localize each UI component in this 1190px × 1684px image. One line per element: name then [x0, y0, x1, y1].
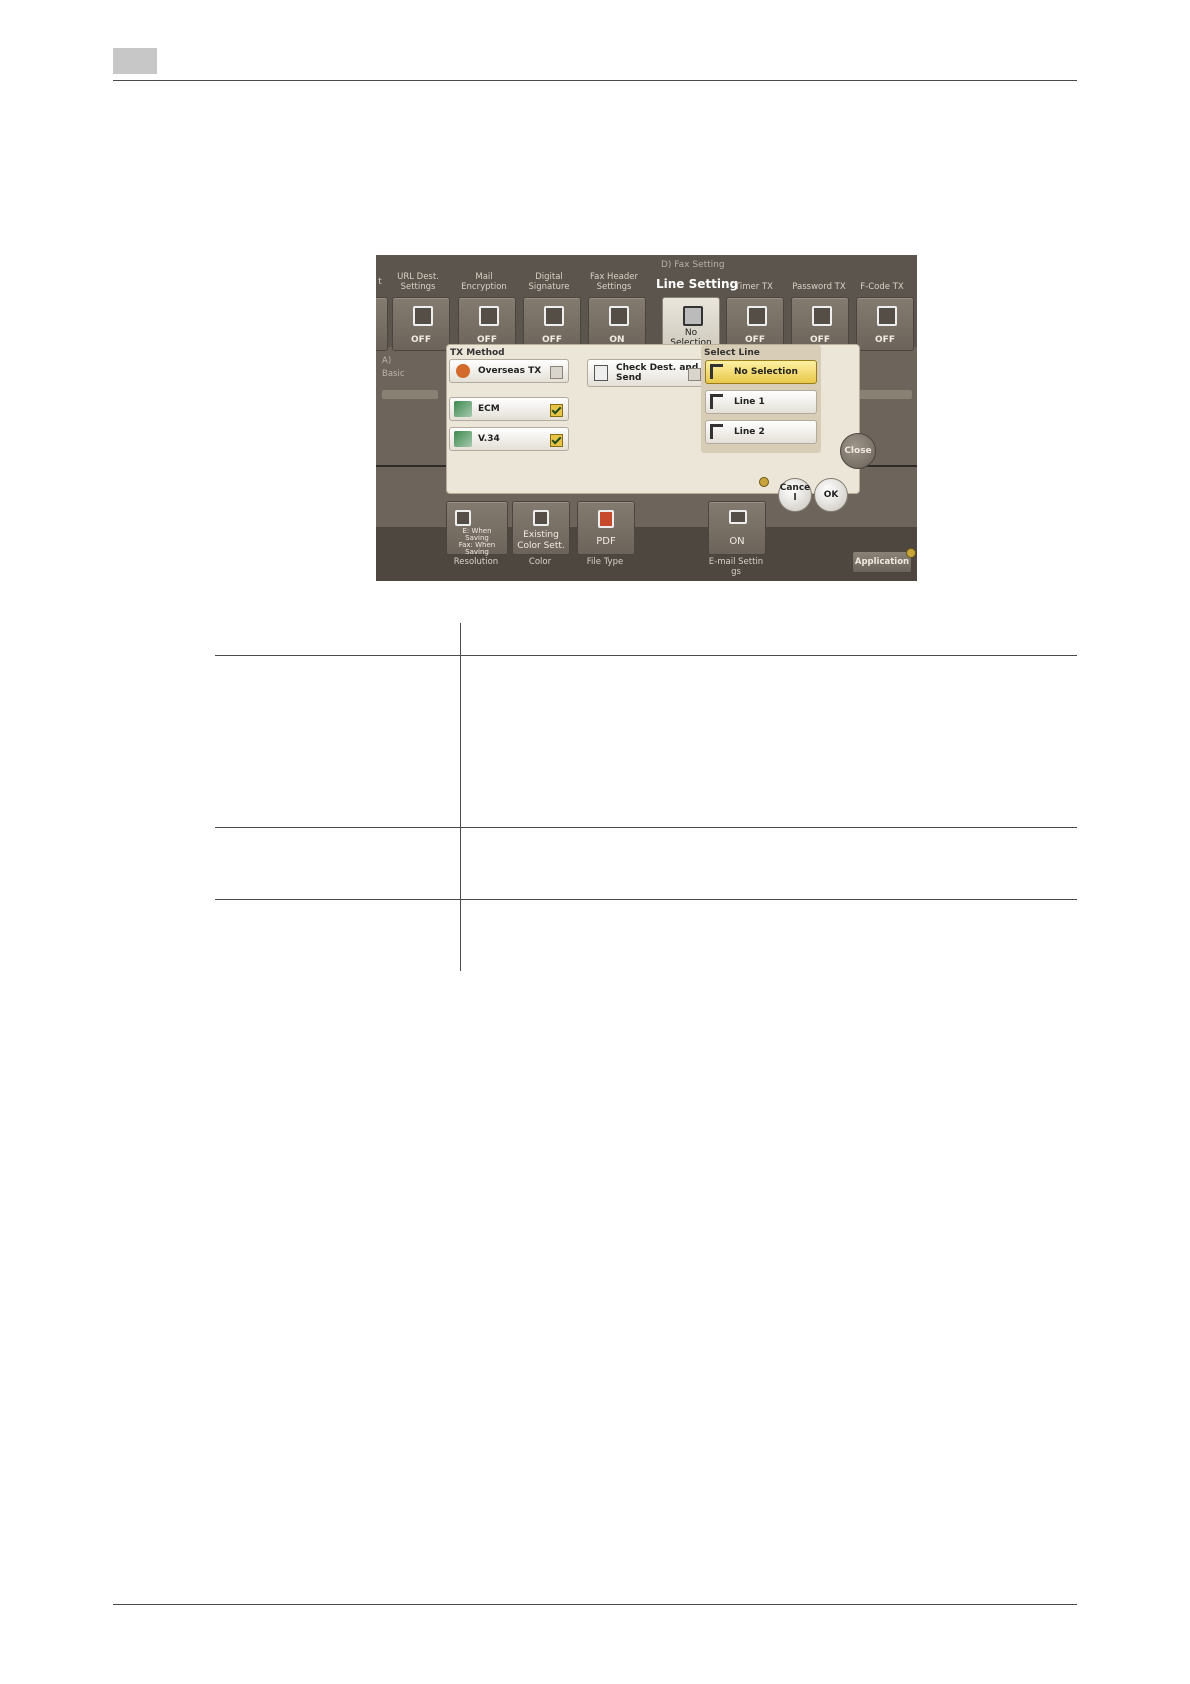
basic-tab-label[interactable]: A) Basic: [382, 355, 405, 381]
check-dest-send-checkbox[interactable]: [688, 368, 701, 381]
fcode-tx-header: F-Code TX: [860, 282, 904, 292]
mail-encryption-button[interactable]: OFF: [458, 297, 516, 351]
envelope-icon: [729, 510, 747, 524]
line-no-selection-label: No Selection: [734, 367, 798, 377]
color-value: Existing Color Sett.: [517, 530, 565, 551]
line-1-label: Line 1: [734, 397, 765, 407]
right-slider: [856, 390, 912, 399]
resolution-label: Resolution: [453, 557, 499, 567]
line-setting-button[interactable]: No Selection: [662, 297, 720, 351]
header-rule: [113, 80, 1077, 81]
digital-signature-button[interactable]: OFF: [523, 297, 581, 351]
email-settings-label: E-mail Settin gs: [708, 557, 764, 577]
timer-tx-header: Timer TX: [734, 282, 773, 292]
line-no-selection-button[interactable]: No Selection: [705, 360, 817, 384]
file-type-value: PDF: [596, 536, 616, 547]
url-dest-value: OFF: [411, 335, 431, 345]
email-settings-button[interactable]: ON: [708, 501, 766, 555]
password-tx-header: Password TX: [792, 282, 846, 292]
application-dot: [906, 548, 916, 558]
partial-tile[interactable]: [376, 297, 388, 351]
overseas-tx-button[interactable]: Overseas TX: [449, 359, 569, 383]
v34-icon: [454, 431, 472, 447]
ok-label: OK: [823, 490, 839, 500]
left-slider: [382, 390, 438, 399]
check-dest-send-label: Check Dest. and Send: [616, 363, 698, 383]
table-header-rule: [215, 655, 1077, 656]
color-button[interactable]: Existing Color Sett.: [512, 501, 570, 555]
close-button[interactable]: Close: [840, 433, 876, 469]
digital-signature-header: Digital Signature: [528, 272, 570, 292]
line-2-icon: [710, 424, 723, 439]
left-divider: [376, 465, 446, 467]
v34-button[interactable]: V.34: [449, 427, 569, 451]
url-dest-settings-button[interactable]: OFF: [392, 297, 450, 351]
fcode-tx-value: OFF: [875, 335, 895, 345]
password-tx-button[interactable]: OFF: [791, 297, 849, 351]
resolution-value: E: When Saving Fax: When Saving: [458, 527, 496, 556]
ecm-button[interactable]: ECM: [449, 397, 569, 421]
line-1-button[interactable]: Line 1: [705, 390, 817, 414]
cancel-label: Cance l: [779, 483, 811, 503]
ecm-label: ECM: [478, 404, 500, 414]
ecm-checkbox[interactable]: [550, 404, 563, 417]
section-caption: D) Fax Setting: [661, 260, 725, 270]
resolution-icon: [455, 510, 471, 526]
timer-icon: [747, 306, 767, 326]
mail-encryption-header: Mail Encryption: [461, 272, 507, 292]
globe-icon: [456, 364, 470, 378]
pdf-icon: [598, 510, 614, 528]
line-2-label: Line 2: [734, 427, 765, 437]
email-settings-value: ON: [729, 536, 745, 547]
status-dot: [759, 477, 769, 487]
tx-method-label: TX Method: [450, 348, 505, 358]
fcode-tx-button[interactable]: OFF: [856, 297, 914, 351]
fax-header-icon: [609, 306, 629, 326]
application-button[interactable]: Application: [852, 551, 912, 573]
line-2-button[interactable]: Line 2: [705, 420, 817, 444]
table-row-rule-1: [215, 827, 1077, 828]
password-icon: [812, 306, 832, 326]
key-icon: [479, 306, 499, 326]
chapter-tab: [113, 48, 157, 74]
file-type-label: File Type: [586, 557, 624, 567]
resolution-button[interactable]: E: When Saving Fax: When Saving: [446, 501, 508, 556]
partial-tab-header: t: [378, 277, 382, 287]
fax-header-settings-button[interactable]: ON: [588, 297, 646, 351]
cancel-button[interactable]: Cance l: [778, 478, 812, 512]
select-line-label: Select Line: [704, 348, 760, 358]
fax-header-header: Fax Header Settings: [590, 272, 638, 292]
line-icon: [683, 306, 703, 326]
ok-button[interactable]: OK: [814, 478, 848, 512]
table-row-rule-2: [215, 899, 1077, 900]
v34-checkbox[interactable]: [550, 434, 563, 447]
url-dest-header: URL Dest. Settings: [397, 272, 439, 292]
file-type-button[interactable]: PDF: [577, 501, 635, 555]
overseas-tx-label: Overseas TX: [478, 366, 542, 376]
line-1-icon: [710, 394, 723, 409]
checklist-icon: [594, 365, 608, 381]
color-label: Color: [528, 557, 552, 567]
timer-tx-button[interactable]: OFF: [726, 297, 784, 351]
overseas-tx-checkbox[interactable]: [550, 366, 563, 379]
device-screenshot: t A) Basic URL Dest. Settings OFF Mail E…: [376, 255, 917, 581]
footer-rule: [113, 1604, 1077, 1605]
fcode-icon: [877, 306, 897, 326]
antenna-icon: [710, 364, 723, 379]
color-icon: [533, 510, 549, 526]
line-setting-dialog: TX Method Overseas TX Check Dest. and Se…: [446, 344, 860, 494]
signature-icon: [544, 306, 564, 326]
check-dest-send-button[interactable]: Check Dest. and Send: [587, 359, 707, 387]
table-column-divider: [460, 623, 461, 971]
v34-label: V.34: [478, 434, 500, 444]
ecm-icon: [454, 401, 472, 417]
laptop-icon: [413, 306, 433, 326]
